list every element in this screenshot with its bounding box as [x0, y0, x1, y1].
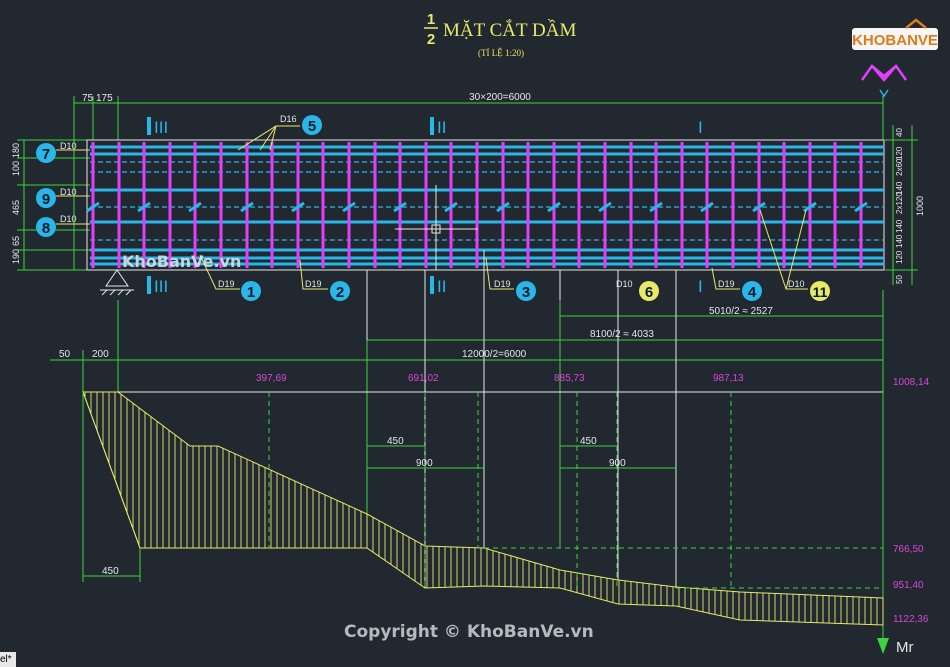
svg-text:120: 120: [895, 250, 904, 264]
pin-support-icon: [100, 269, 134, 296]
right-dimension-texts: 40 120 2x60 140 2x120 140 140 120 50 100…: [895, 128, 925, 284]
support-arrow-icon: [860, 64, 908, 98]
title-fraction-num: 1: [427, 11, 435, 28]
section-bottom-iii: III: [154, 277, 168, 296]
dim-top-75: 75: [82, 93, 94, 104]
section-top-i: I: [698, 118, 703, 137]
dim-top-175: 175: [96, 93, 113, 104]
dim-left-180: 180: [11, 143, 21, 158]
khobanve-logo[interactable]: KHOBANVE: [850, 18, 942, 54]
bar-9-num: 9: [42, 191, 50, 208]
watermark-mid: KhoBanVe.vn: [122, 252, 242, 271]
dim-12000: 12000/2=6000: [462, 349, 527, 360]
section-bottom-ii: II: [437, 277, 446, 296]
longitudinal-bars: [90, 145, 884, 266]
svg-text:2x60: 2x60: [895, 158, 904, 176]
section-bottom-i: I: [698, 277, 703, 296]
svg-text:140: 140: [895, 219, 904, 233]
logo-text: KHOBANVE: [852, 32, 938, 49]
bar-4-label: D19: [718, 279, 735, 289]
bar-7-label: D10: [60, 141, 77, 151]
dim-200: 200: [92, 349, 109, 360]
watermark-copyright: Copyright © KhoBanVe.vn: [344, 622, 594, 642]
bar-2-num: 2: [336, 284, 344, 301]
title-fraction-den: 2: [427, 31, 435, 48]
bar-4-num: 4: [748, 284, 757, 301]
bar-2-label: D19: [305, 279, 322, 289]
bar-5-label: D16: [280, 114, 297, 124]
bar-7-num: 7: [42, 146, 50, 163]
bar-9-label: D10: [60, 187, 77, 197]
svg-text:140: 140: [895, 234, 904, 248]
svg-text:120: 120: [895, 146, 904, 160]
title-text: MẶT CẮT DẦM: [443, 19, 576, 41]
svg-text:1122,36: 1122,36: [893, 614, 929, 625]
svg-text:1008,14: 1008,14: [893, 377, 930, 388]
bar-6-num: 6: [645, 284, 653, 301]
svg-text:397,69: 397,69: [256, 373, 287, 384]
model-tab[interactable]: el*: [0, 652, 16, 667]
svg-text:885,73: 885,73: [554, 373, 585, 384]
svg-text:987,13: 987,13: [713, 373, 744, 384]
dim-top-span: 30×200=6000: [469, 92, 531, 103]
bar-3-label: D19: [494, 279, 511, 289]
bar-5-num: 5: [308, 118, 316, 135]
cad-drawing-canvas[interactable]: { "title": {"num": "1", "den": "2", "tex…: [0, 0, 950, 667]
svg-text:40: 40: [895, 128, 904, 137]
svg-text:951,40: 951,40: [893, 580, 924, 591]
dim-left-190: 190: [11, 249, 21, 264]
title-scale: (TỈ LỆ 1:20): [478, 48, 524, 58]
dim-50: 50: [59, 349, 71, 360]
moment-axis-arrow-icon: [877, 638, 889, 654]
dim-450-b: 450: [580, 436, 597, 447]
moment-envelope-hatch: [82, 391, 884, 626]
dim-8100: 8100/2 ≈ 4033: [590, 329, 654, 340]
section-top-ii: II: [437, 118, 446, 137]
svg-text:50: 50: [895, 275, 904, 284]
bar-8-label: D10: [60, 214, 77, 224]
bar-8-num: 8: [42, 220, 50, 237]
svg-text:1000: 1000: [915, 196, 925, 216]
drawing-title: 1 2 MẶT CẮT DẦM (TỈ LỆ 1:20): [424, 11, 576, 58]
dim-450-a: 450: [387, 436, 404, 447]
bar-11-label: D10: [788, 279, 805, 289]
moment-grid-lines: [268, 392, 883, 589]
svg-text:766,50: 766,50: [893, 544, 924, 555]
bar-11-num: 11: [813, 284, 828, 300]
dim-450-c: 450: [102, 566, 119, 577]
dim-left-65: 65: [11, 236, 21, 246]
beam-section-drawing: 1 2 MẶT CẮT DẦM (TỈ LỆ 1:20) 75 175 30×2…: [11, 11, 930, 656]
bar-1-label: D19: [218, 279, 235, 289]
dim-left-465: 465: [11, 200, 21, 215]
section-top-iii: III: [154, 118, 168, 137]
dim-5010: 5010/2 ≈ 2527: [709, 306, 773, 317]
dim-left-100: 100: [11, 161, 21, 176]
svg-text:2x120: 2x120: [895, 192, 904, 214]
moment-axis-label: Mr: [896, 639, 914, 656]
dim-900-b: 900: [609, 458, 626, 469]
svg-text:691,02: 691,02: [408, 373, 439, 384]
bar-1-num: 1: [247, 284, 255, 301]
bar-3-num: 3: [522, 284, 530, 301]
dim-900-a: 900: [416, 458, 433, 469]
